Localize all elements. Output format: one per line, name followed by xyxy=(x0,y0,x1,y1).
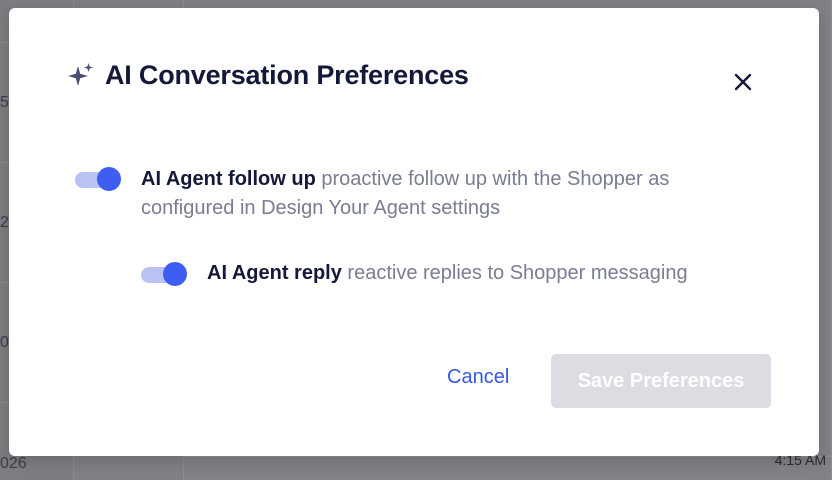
reply-description: reactive replies to Shopper messaging xyxy=(347,262,688,284)
background-row-divider xyxy=(184,456,832,457)
preferences-modal: AI Conversation Preferences AI Agent fol… xyxy=(9,8,819,456)
cancel-button[interactable]: Cancel xyxy=(447,366,509,389)
background-text: 026 xyxy=(0,455,27,472)
modal-header: AI Conversation Preferences xyxy=(67,60,469,91)
follow-up-label: AI Agent follow up xyxy=(141,168,316,190)
save-preferences-button[interactable]: Save Preferences xyxy=(551,354,771,408)
reply-preference: AI Agent reply reactive replies to Shopp… xyxy=(207,259,767,288)
reply-label: AI Agent reply xyxy=(207,262,342,284)
toggle-knob xyxy=(163,262,187,286)
modal-title: AI Conversation Preferences xyxy=(105,60,469,90)
close-icon[interactable] xyxy=(731,70,755,94)
reply-toggle[interactable] xyxy=(141,262,187,288)
sparkle-icon xyxy=(68,62,93,86)
follow-up-toggle[interactable] xyxy=(75,167,121,193)
follow-up-preference: AI Agent follow up proactive follow up w… xyxy=(141,165,741,223)
toggle-knob xyxy=(97,167,121,191)
